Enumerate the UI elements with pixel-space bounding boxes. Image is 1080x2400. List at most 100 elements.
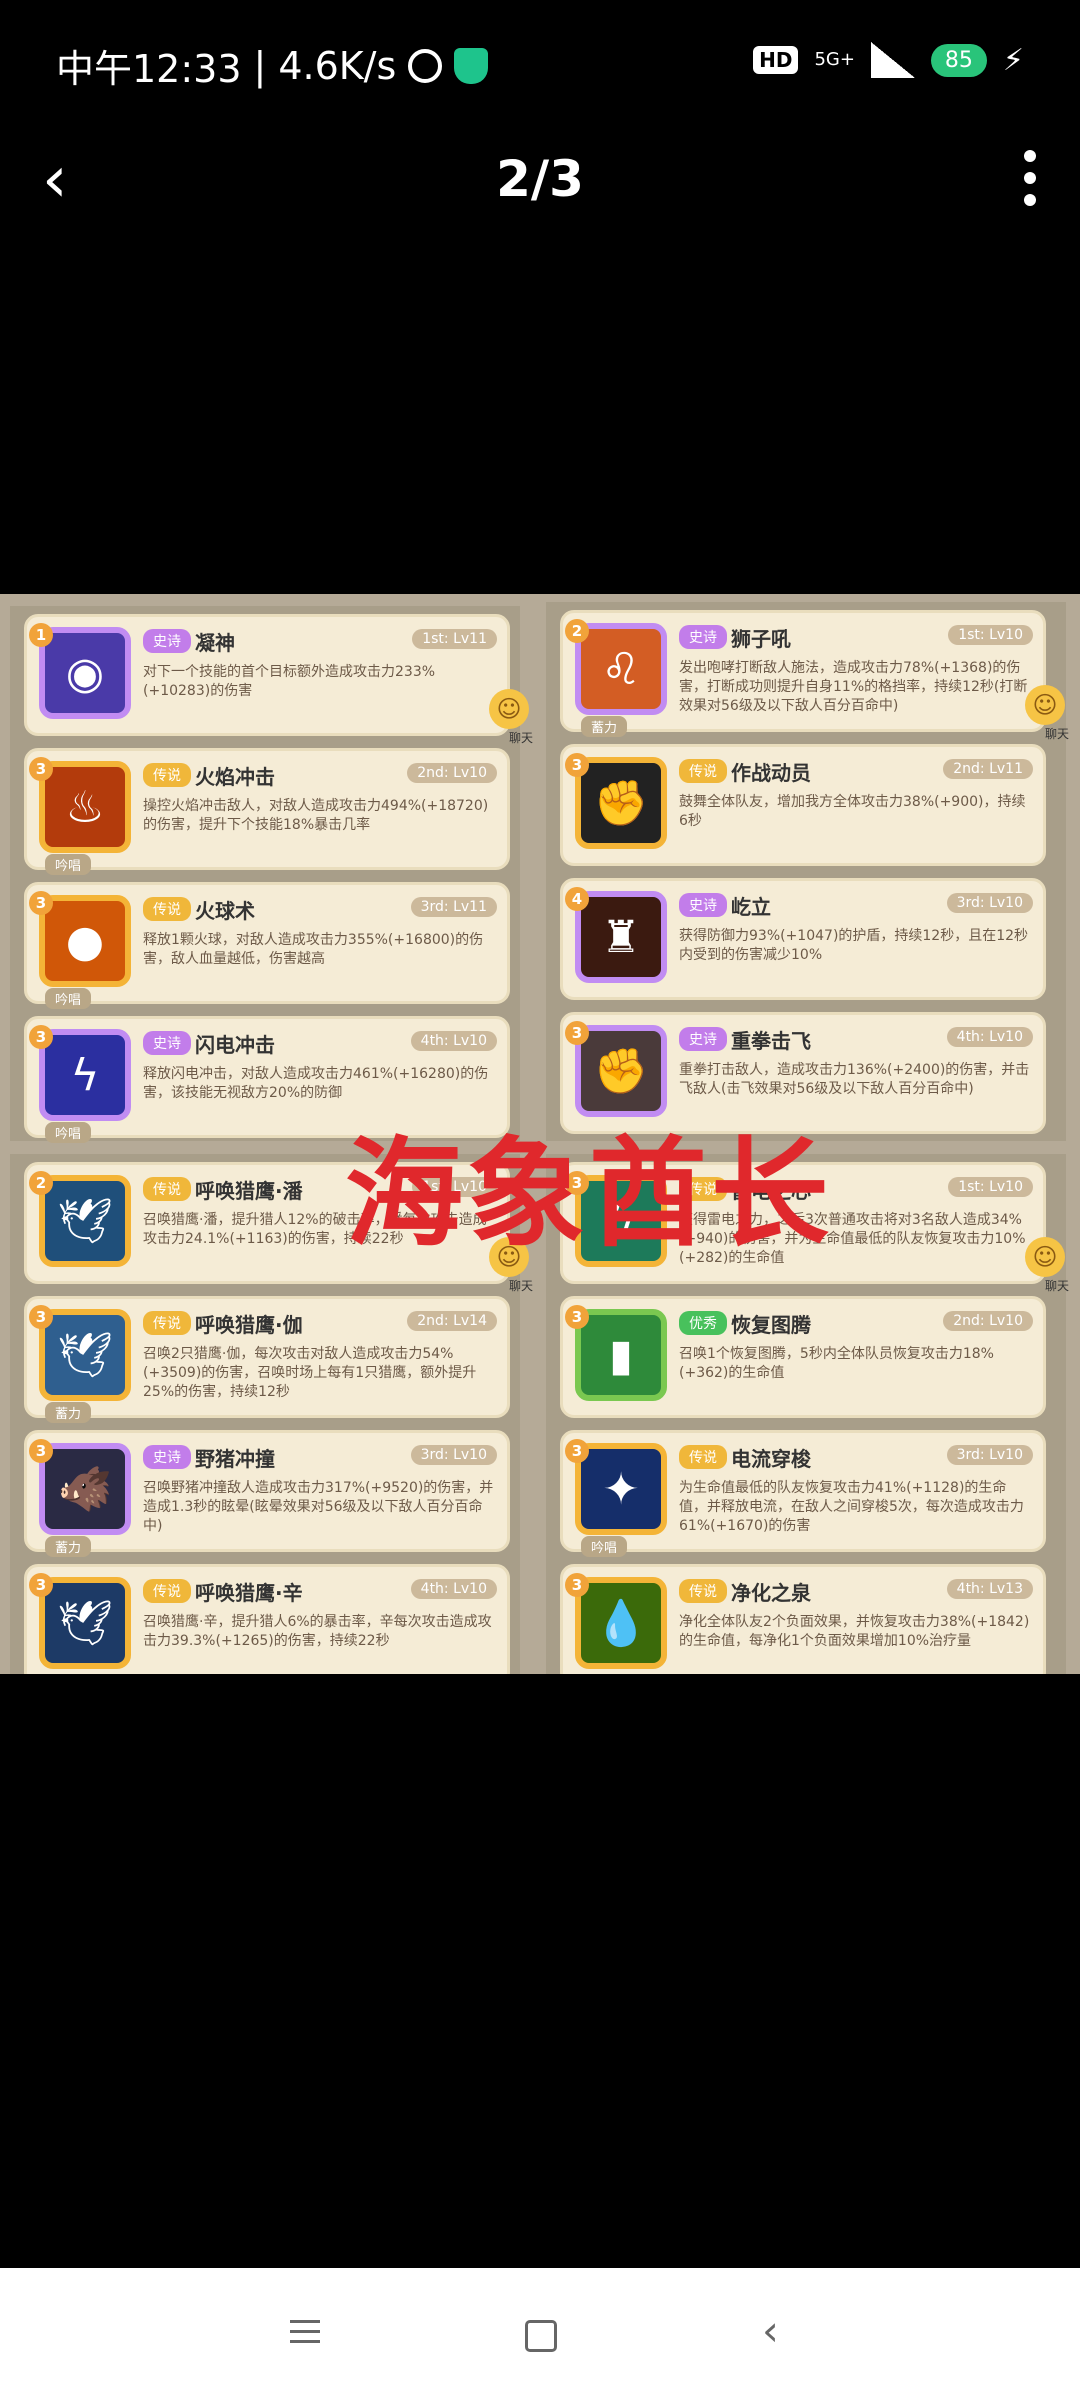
skill-card[interactable]: 🐗 3 蓄力 史诗 野猪冲撞 3rd: Lv10 召唤野猪冲撞敌人造成攻击力317%(+95…: [24, 1430, 510, 1557]
rarity-badge: 传说: [143, 897, 191, 921]
skill-card[interactable]: ✊ 3 传说 作战动员 2nd: Lv11 鼓舞全体队友，增加我方全体攻击力38%(+90…: [560, 744, 1046, 866]
skill-card[interactable]: ♨ 3 吟唱 传说 火焰冲击 2nd: Lv10 操控火焰冲击敌人，对敌人造成攻击力494%…: [24, 748, 510, 875]
skill-slot-number: 3: [29, 1305, 53, 1329]
rarity-badge: 史诗: [143, 629, 191, 653]
rarity-badge: 传说: [143, 1579, 191, 1603]
fireball-icon: ●: [39, 895, 131, 987]
rarity-badge: 传说: [143, 1311, 191, 1335]
skill-name: 呼唤猎鹰·辛: [195, 1581, 303, 1605]
chat-emoji-icon[interactable]: ☺: [489, 689, 529, 729]
skill-description: 净化全体队友2个负面效果，并恢复攻击力38%(+1842)的生命值，每净化1个负…: [679, 1614, 1030, 1649]
skill-card[interactable]: ♌ 2 蓄力 史诗 狮子吼 1st: Lv10 发出咆哮打断敌人施法，造成攻击力78%(+1…: [560, 610, 1069, 741]
skill-card[interactable]: 🕊 3 传说 呼唤猎鹰·辛 4th: Lv10 召唤猎鹰·辛，提升猎人6%的暴击率，辛每次…: [24, 1564, 510, 1674]
system-nav-bar: ‹: [0, 2268, 1080, 2400]
skill-card[interactable]: ● 3 吟唱 传说 火球术 3rd: Lv11 释放1颗火球，对敌人造成攻击力355%(+1…: [24, 882, 510, 1009]
stand-icon: ♜: [575, 891, 667, 983]
battery-level: 85: [930, 43, 987, 77]
totem-icon: ▮: [575, 1309, 667, 1401]
skill-name: 凝神: [195, 631, 235, 655]
rarity-badge: 史诗: [679, 893, 727, 917]
status-divider: |: [253, 43, 267, 88]
skill-level: 3rd: Lv10: [946, 893, 1033, 913]
skill-type-tag: 蓄力: [45, 1402, 92, 1423]
rarity-badge: 优秀: [679, 1311, 727, 1335]
hawk-icon: 🕊: [39, 1577, 131, 1669]
skill-slot-number: 2: [565, 619, 589, 643]
skill-type-tag: 吟唱: [45, 1122, 92, 1143]
skill-level: 4th: Lv10: [410, 1031, 497, 1051]
skill-name: 呼唤猎鹰·伽: [195, 1313, 303, 1337]
skill-name: 野猪冲撞: [195, 1447, 275, 1471]
skill-description: 对下一个技能的首个目标额外造成攻击力233%(+10283)的伤害: [143, 664, 436, 699]
charging-icon: ⚡: [1002, 42, 1024, 78]
rarity-badge: 史诗: [143, 1445, 191, 1469]
skill-description: 释放1颗火球，对敌人造成攻击力355%(+16800)的伤害，敌人血量越低，伤害…: [143, 932, 484, 967]
status-right: HD 5G+ 85 ⚡: [753, 42, 1024, 78]
skill-type-tag: 吟唱: [45, 988, 92, 1009]
skill-description: 重拳打击敌人，造成攻击力136%(+2400)的伤害，并击飞敌人(击飞效果对56…: [679, 1062, 1030, 1097]
current-icon: ✦: [575, 1443, 667, 1535]
skill-name: 电流穿梭: [731, 1447, 811, 1471]
chat-emoji-icon[interactable]: ☺: [1025, 1237, 1065, 1277]
spring-icon: 💧: [575, 1577, 667, 1669]
boar-icon: 🐗: [39, 1443, 131, 1535]
recent-apps-button[interactable]: [290, 2320, 324, 2343]
skill-type-tag: 吟唱: [581, 1536, 628, 1557]
fire-icon: ♨: [39, 761, 131, 853]
chat-label: 聊天: [508, 1279, 533, 1293]
skill-card[interactable]: ♜ 4 史诗 屹立 3rd: Lv10 获得防御力93%(+1047)的护盾，持续12秒，…: [560, 878, 1046, 1000]
hd-badge: HD: [753, 46, 799, 74]
rarity-badge: 传说: [143, 1177, 191, 1201]
skill-card[interactable]: 🕊 3 蓄力 传说 呼唤猎鹰·伽 2nd: Lv14 召唤2只猎鹰·伽，每次攻击对敌人造成攻…: [24, 1296, 510, 1423]
skill-card[interactable]: ◉ 1 史诗 凝神 1st: Lv11 对下一个技能的首个目标额外造成攻击力233%(+1…: [24, 614, 533, 745]
skill-slot-number: 3: [565, 1439, 589, 1463]
skill-slot-number: 3: [29, 891, 53, 915]
panel-top-left: ◉ 1 史诗 凝神 1st: Lv11 对下一个技能的首个目标额外造成攻击力233%(+1…: [10, 606, 533, 1143]
skill-card[interactable]: 💧 3 传说 净化之泉 4th: Lv13 净化全体队友2个负面效果，并恢复攻击力38%(…: [560, 1564, 1046, 1674]
skill-level: 2nd: Lv10: [943, 1311, 1033, 1331]
skill-slot-number: 3: [29, 1439, 53, 1463]
skill-level: 1st: Lv10: [948, 1177, 1033, 1197]
watermark: 海象酋长: [345, 1124, 834, 1263]
status-left: 中午12:33 | 4.6K/s: [56, 38, 489, 93]
skill-description: 操控火焰冲击敌人，对敌人造成攻击力494%(+18720)的伤害，提升下个技能1…: [143, 798, 489, 833]
skill-slot-number: 4: [565, 887, 589, 911]
skill-description: 召唤1个恢复图腾，5秒内全体队员恢复攻击力18%(+362)的生命值: [679, 1346, 994, 1381]
back-button[interactable]: ‹: [762, 2306, 779, 2355]
skill-name: 重拳击飞: [731, 1029, 811, 1053]
shield-icon: [454, 47, 489, 84]
skill-level: 4th: Lv10: [410, 1579, 497, 1599]
skill-level: 3rd: Lv10: [946, 1445, 1033, 1465]
skill-description: 召唤猎鹰·辛，提升猎人6%的暴击率，辛每次攻击造成攻击力39.3%(+1265)…: [143, 1614, 492, 1649]
skill-name: 屹立: [731, 895, 771, 919]
falcon-icon: 🕊: [39, 1175, 131, 1267]
more-options-icon[interactable]: [1022, 150, 1038, 206]
chat-emoji-icon[interactable]: ☺: [1025, 685, 1065, 725]
rarity-badge: 史诗: [679, 1027, 727, 1051]
skill-name: 恢复图腾: [731, 1313, 811, 1337]
skill-level: 2nd: Lv10: [407, 763, 497, 783]
rarity-badge: 传说: [143, 763, 191, 787]
skill-card[interactable]: ▮ 3 优秀 恢复图腾 2nd: Lv10 召唤1个恢复图腾，5秒内全体队员恢复攻击力18…: [560, 1296, 1046, 1418]
rarity-badge: 传说: [679, 1445, 727, 1469]
skill-slot-number: 3: [29, 757, 53, 781]
image-counter: 2/3: [496, 150, 584, 208]
home-button[interactable]: [525, 2320, 557, 2352]
skill-level: 3rd: Lv11: [410, 897, 497, 917]
skill-level: 1st: Lv10: [948, 625, 1033, 645]
network-type: 5G+: [814, 49, 855, 70]
skill-slot-number: 3: [29, 1025, 53, 1049]
skill-type-tag: 吟唱: [45, 854, 92, 875]
skill-type-tag: 蓄力: [581, 716, 628, 737]
skill-slot-number: 3: [565, 1021, 589, 1045]
skill-description: 召唤2只猎鹰·伽，每次攻击对敌人造成攻击力54%(+3509)的伤害，召唤时场上…: [143, 1346, 477, 1400]
skill-slot-number: 3: [565, 1305, 589, 1329]
skill-type-tag: 蓄力: [45, 1536, 92, 1557]
signal-icon: [870, 42, 915, 78]
skill-slot-number: 3: [29, 1573, 53, 1597]
skill-description: 为生命值最低的队友恢复攻击力41%(+1128)的生命值，并释放电流，在敌人之间…: [679, 1480, 1024, 1534]
skill-card[interactable]: ✦ 3 吟唱 传说 电流穿梭 3rd: Lv10 为生命值最低的队友恢复攻击力41%(+11…: [560, 1430, 1046, 1557]
skill-level: 4th: Lv10: [946, 1027, 1033, 1047]
rarity-badge: 传说: [679, 1579, 727, 1603]
rally-icon: ✊: [575, 757, 667, 849]
